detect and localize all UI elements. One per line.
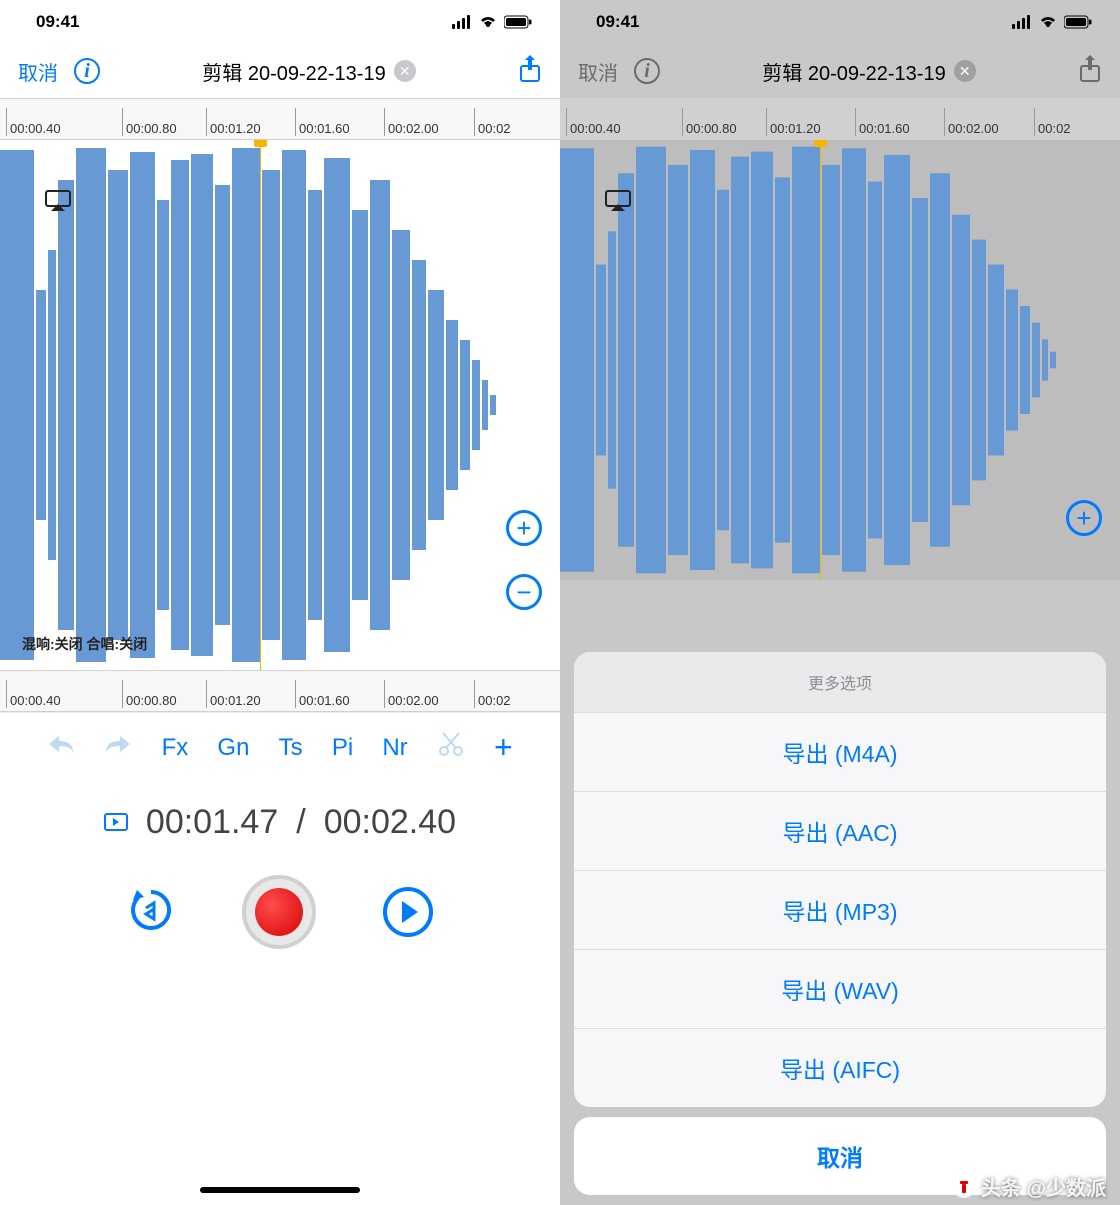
sheet-header: 更多选项: [574, 652, 1106, 713]
ruler-tick: 00:00.80: [682, 108, 737, 136]
pi-button[interactable]: Pi: [332, 734, 353, 762]
waveform-svg: [560, 140, 1120, 580]
redo-button[interactable]: [104, 733, 132, 762]
info-icon[interactable]: i: [74, 58, 100, 84]
signal-icon: [1012, 15, 1032, 29]
ruler-tick: 00:00.40: [6, 108, 61, 136]
playhead[interactable]: [260, 140, 261, 670]
effects-label: 混响:关闭 合唱:关闭: [22, 634, 147, 654]
export-wav-button[interactable]: 导出 (WAV): [574, 950, 1106, 1029]
export-m4a-button[interactable]: 导出 (M4A): [574, 713, 1106, 792]
ruler-tick: 00:00.40: [6, 680, 61, 708]
ruler-top[interactable]: 00:00.40 00:00.80 00:01.20 00:01.60 00:0…: [0, 98, 560, 140]
ruler-tick: 00:00.80: [122, 108, 177, 136]
cut-button[interactable]: [437, 730, 465, 765]
export-mp3-button[interactable]: 导出 (MP3): [574, 871, 1106, 950]
page-title: 剪辑 20-09-22-13-19: [202, 57, 385, 86]
ruler-tick: 00:02: [1034, 108, 1071, 136]
wifi-icon: [478, 15, 498, 29]
battery-icon: [1064, 15, 1092, 29]
airplay-icon[interactable]: [45, 190, 71, 217]
phone-left: 09:41 取消 i 剪辑 20-09-22-13-19 ✕ 00:00.40 …: [0, 0, 560, 1205]
clear-title-icon[interactable]: ✕: [394, 60, 416, 82]
ruler-tick: 00:01.20: [206, 680, 261, 708]
waveform-svg: [0, 140, 560, 670]
ruler-tick: 00:02.00: [384, 108, 439, 136]
fx-button[interactable]: Fx: [162, 734, 189, 762]
ruler-top: 00:00.40 00:00.80 00:01.20 00:01.60 00:0…: [560, 98, 1120, 140]
ruler-tick: 00:01.60: [295, 680, 350, 708]
ruler-tick: 00:02.00: [944, 108, 999, 136]
export-aac-button[interactable]: 导出 (AAC): [574, 792, 1106, 871]
gn-button[interactable]: Gn: [217, 734, 249, 762]
ruler-tick: 00:01.60: [855, 108, 910, 136]
transport-controls: [0, 862, 560, 962]
ruler-tick: 00:00.40: [566, 108, 621, 136]
watermark-text: 头条 @少数派: [981, 1172, 1106, 1201]
toolbar: Fx Gn Ts Pi Nr +: [0, 712, 560, 782]
cancel-button[interactable]: 取消: [18, 57, 58, 86]
zoom-controls: +: [1066, 500, 1102, 536]
ruler-tick: 00:01.20: [206, 108, 261, 136]
status-bar: 09:41: [0, 0, 560, 44]
action-sheet-group: 更多选项 导出 (M4A) 导出 (AAC) 导出 (MP3) 导出 (WAV)…: [574, 652, 1106, 1107]
play-button[interactable]: [383, 887, 433, 937]
ts-button[interactable]: Ts: [279, 734, 303, 762]
rewind-button[interactable]: [127, 886, 175, 939]
cancel-button: 取消: [578, 57, 618, 86]
wifi-icon: [1038, 15, 1058, 29]
nav-bar: 取消 i 剪辑 20-09-22-13-19 ✕: [0, 44, 560, 98]
info-icon: i: [634, 58, 660, 84]
zoom-out-button[interactable]: −: [506, 574, 542, 610]
status-time: 09:41: [596, 12, 639, 32]
status-icons: [452, 15, 532, 29]
zoom-controls: + −: [506, 510, 542, 610]
status-time: 09:41: [36, 12, 79, 32]
clear-title-icon: ✕: [954, 60, 976, 82]
home-indicator[interactable]: [200, 1187, 360, 1193]
page-title: 剪辑 20-09-22-13-19: [762, 57, 945, 86]
zoom-in-button[interactable]: +: [506, 510, 542, 546]
zoom-in-button: +: [1066, 500, 1102, 536]
playhead: [820, 140, 821, 580]
ruler-tick: 00:01.60: [295, 108, 350, 136]
watermark-icon: [953, 1176, 975, 1198]
time-current: 00:01.47: [146, 803, 278, 842]
watermark: 头条 @少数派: [953, 1172, 1106, 1201]
time-display: 00:01.47 / 00:02.40: [0, 782, 560, 862]
battery-icon: [504, 15, 532, 29]
time-sep: /: [296, 803, 305, 842]
action-sheet: 更多选项 导出 (M4A) 导出 (AAC) 导出 (MP3) 导出 (WAV)…: [574, 652, 1106, 1195]
status-icons: [1012, 15, 1092, 29]
share-button: [1078, 53, 1102, 89]
share-button[interactable]: [518, 53, 542, 89]
nr-button[interactable]: Nr: [382, 734, 407, 762]
ruler-tick: 00:02: [474, 108, 511, 136]
nav-title-wrapper: 剪辑 20-09-22-13-19 ✕: [116, 57, 502, 86]
waveform-display[interactable]: 混响:关闭 合唱:关闭 + −: [0, 140, 560, 670]
ruler-tick: 00:02: [474, 680, 511, 708]
ruler-tick: 00:01.20: [766, 108, 821, 136]
record-button[interactable]: [242, 875, 316, 949]
airplay-icon: [605, 190, 631, 217]
ruler-bottom[interactable]: 00:00.40 00:00.80 00:01.20 00:01.60 00:0…: [0, 670, 560, 712]
ruler-tick: 00:02.00: [384, 680, 439, 708]
nav-title-wrapper: 剪辑 20-09-22-13-19 ✕: [676, 57, 1062, 86]
time-total: 00:02.40: [324, 803, 456, 842]
nav-bar: 取消 i 剪辑 20-09-22-13-19 ✕: [560, 44, 1120, 98]
waveform-display: +: [560, 140, 1120, 580]
marker-icon[interactable]: [104, 813, 128, 831]
export-aifc-button[interactable]: 导出 (AIFC): [574, 1029, 1106, 1107]
add-button[interactable]: +: [494, 729, 513, 766]
status-bar: 09:41: [560, 0, 1120, 44]
undo-button[interactable]: [47, 733, 75, 762]
ruler-tick: 00:00.80: [122, 680, 177, 708]
phone-right: 09:41 取消 i 剪辑 20-09-22-13-19 ✕ 00:00.40 …: [560, 0, 1120, 1205]
signal-icon: [452, 15, 472, 29]
